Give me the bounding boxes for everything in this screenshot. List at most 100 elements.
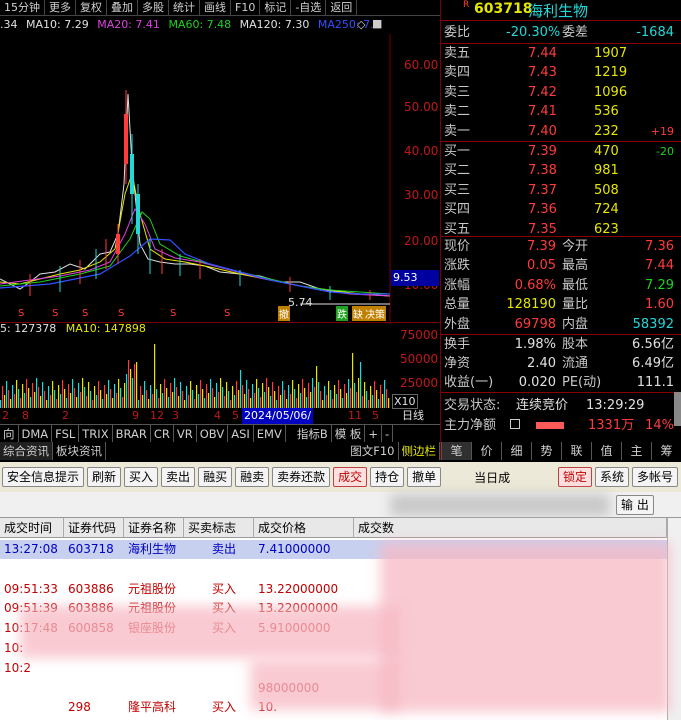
refresh-button[interactable]: 刷新 — [87, 467, 122, 487]
tab-link[interactable]: 联 — [561, 442, 591, 460]
volume-bar — [34, 392, 36, 408]
stat-value: 128190 — [506, 297, 556, 313]
volume-bar — [354, 383, 356, 408]
filled-button[interactable]: 成交 — [333, 467, 368, 487]
volume-bar — [64, 389, 66, 408]
tab-indicator[interactable]: DMA — [19, 424, 53, 443]
volume-chart[interactable] — [0, 336, 390, 408]
security-info-button[interactable]: 安全信息提示 — [2, 467, 85, 487]
zoom-in-button[interactable]: + — [365, 424, 383, 443]
volume-bar — [156, 389, 158, 408]
stat-value: 111.1 — [636, 375, 674, 390]
toolbar-period[interactable]: 15分钟 — [0, 0, 45, 16]
panel-scrollbar[interactable] — [674, 392, 681, 426]
tab-trend[interactable]: 势 — [531, 442, 561, 460]
multi-account-button[interactable]: 多帐号 — [631, 467, 678, 487]
table-cell: 13:27:08 — [4, 542, 58, 556]
kline-chart[interactable]: SSS SSS — [0, 34, 440, 324]
toolbar-statistics[interactable]: 统计 — [169, 0, 200, 16]
tab-news[interactable]: 综合资讯 — [0, 442, 53, 460]
volume-bar — [2, 386, 4, 408]
sell-button[interactable]: 卖出 — [161, 467, 196, 487]
volume-bar — [312, 378, 314, 408]
toolbar-more[interactable]: 更多 — [45, 0, 76, 16]
tab-indicator[interactable]: ASI — [228, 424, 254, 443]
square-icon[interactable]: ■ — [372, 17, 382, 30]
tab-tick[interactable]: 笔 — [441, 442, 471, 460]
toolbar-f10[interactable]: F10 — [231, 0, 261, 16]
tab-indicator[interactable]: EMV — [254, 424, 286, 443]
buy-button[interactable]: 买入 — [124, 467, 159, 487]
table-cell: 买入 — [212, 700, 237, 715]
toolbar-restore-rights[interactable]: 复权 — [76, 0, 107, 16]
tab-main[interactable]: 主 — [621, 442, 651, 460]
diamond-icon[interactable]: ◇ — [357, 18, 365, 31]
tab-indicator-b[interactable]: 指标B — [294, 424, 332, 443]
menu-icon[interactable] — [510, 419, 520, 429]
stat-label: 总量 — [444, 297, 471, 313]
tab-sector-news[interactable]: 板块资讯 — [53, 442, 106, 460]
volume-bar — [192, 390, 194, 408]
toolbar-mark[interactable]: 标记 — [260, 0, 292, 16]
volume-bar — [262, 383, 264, 408]
tab-chips[interactable]: 筹 — [651, 442, 681, 460]
volume-bar — [32, 383, 34, 408]
volume-bar — [18, 389, 20, 408]
tab-indicator[interactable]: CR — [151, 424, 174, 443]
tab-indicator[interactable]: 向 — [0, 424, 19, 443]
system-button[interactable]: 系统 — [594, 467, 629, 487]
stat-label: 涨跌 — [444, 258, 471, 274]
tab-indicator[interactable]: TRIX — [79, 424, 113, 443]
column-header[interactable]: 成交时间 — [0, 518, 64, 538]
date-tick: 4 — [214, 409, 221, 422]
volume-bar — [110, 389, 112, 408]
volume-bar — [314, 387, 316, 408]
margin-sell-button[interactable]: 融卖 — [235, 467, 270, 487]
export-button[interactable]: 输 出 — [616, 495, 654, 515]
tab-value[interactable]: 值 — [591, 442, 621, 460]
volume-bar — [136, 362, 138, 408]
ask-volume: 536 — [594, 104, 619, 120]
toolbar-multi-stock[interactable]: 多股 — [138, 0, 169, 16]
volume-bar — [386, 389, 388, 408]
margin-buy-button[interactable]: 融买 — [198, 467, 233, 487]
zoom-out-button[interactable]: - — [382, 424, 394, 443]
volume-bar — [230, 400, 232, 408]
stat-label: PE(动) — [562, 375, 602, 390]
column-header[interactable]: 证券名称 — [124, 518, 184, 538]
volume-bar — [212, 388, 214, 408]
cancel-order-button[interactable]: 撤单 — [407, 467, 442, 487]
tab-template[interactable]: 模 板 — [332, 424, 366, 443]
toolbar-watchlist[interactable]: -自选 — [291, 0, 327, 16]
tab-indicator[interactable]: FSL — [52, 424, 80, 443]
volume-bar — [292, 380, 294, 408]
bid-volume: 623 — [594, 221, 619, 237]
tab-price[interactable]: 价 — [471, 442, 501, 460]
toolbar-back[interactable]: 返回 — [326, 0, 358, 16]
tab-indicator[interactable]: BRAR — [113, 424, 151, 443]
toolbar-overlay[interactable]: 叠加 — [107, 0, 138, 16]
column-header[interactable]: 成交数 — [354, 518, 667, 538]
column-header[interactable]: 成交价格 — [254, 518, 354, 538]
period-label[interactable]: 日线 — [402, 408, 424, 424]
tab-sidebar[interactable]: 侧边栏 — [399, 442, 440, 460]
stat-label: 收益(一) — [444, 375, 494, 390]
tab-indicator[interactable]: VR — [174, 424, 197, 443]
ask-row: 卖四 7.43 1219 — [444, 63, 680, 82]
svg-text:S: S — [224, 308, 230, 319]
tab-f10-graphic[interactable]: 图文F10 — [347, 442, 399, 460]
column-header[interactable]: 证券代码 — [64, 518, 124, 538]
volume-bar — [302, 379, 304, 408]
column-header[interactable]: 买卖标志 — [184, 518, 254, 538]
sell-repay-button[interactable]: 卖券还款 — [272, 467, 331, 487]
tab-detail[interactable]: 细 — [501, 442, 531, 460]
tab-indicator[interactable]: OBV — [197, 424, 229, 443]
bid-row: 买四 7.36 724 — [444, 200, 680, 219]
stock-code: 603718 — [474, 1, 533, 17]
volume-bar — [308, 383, 310, 408]
toolbar-draw-line[interactable]: 画线 — [200, 0, 231, 16]
lock-button[interactable]: 锁定 — [557, 467, 592, 487]
volume-bar — [218, 392, 220, 408]
positions-button[interactable]: 持仓 — [370, 467, 405, 487]
volume-bar — [382, 394, 384, 408]
